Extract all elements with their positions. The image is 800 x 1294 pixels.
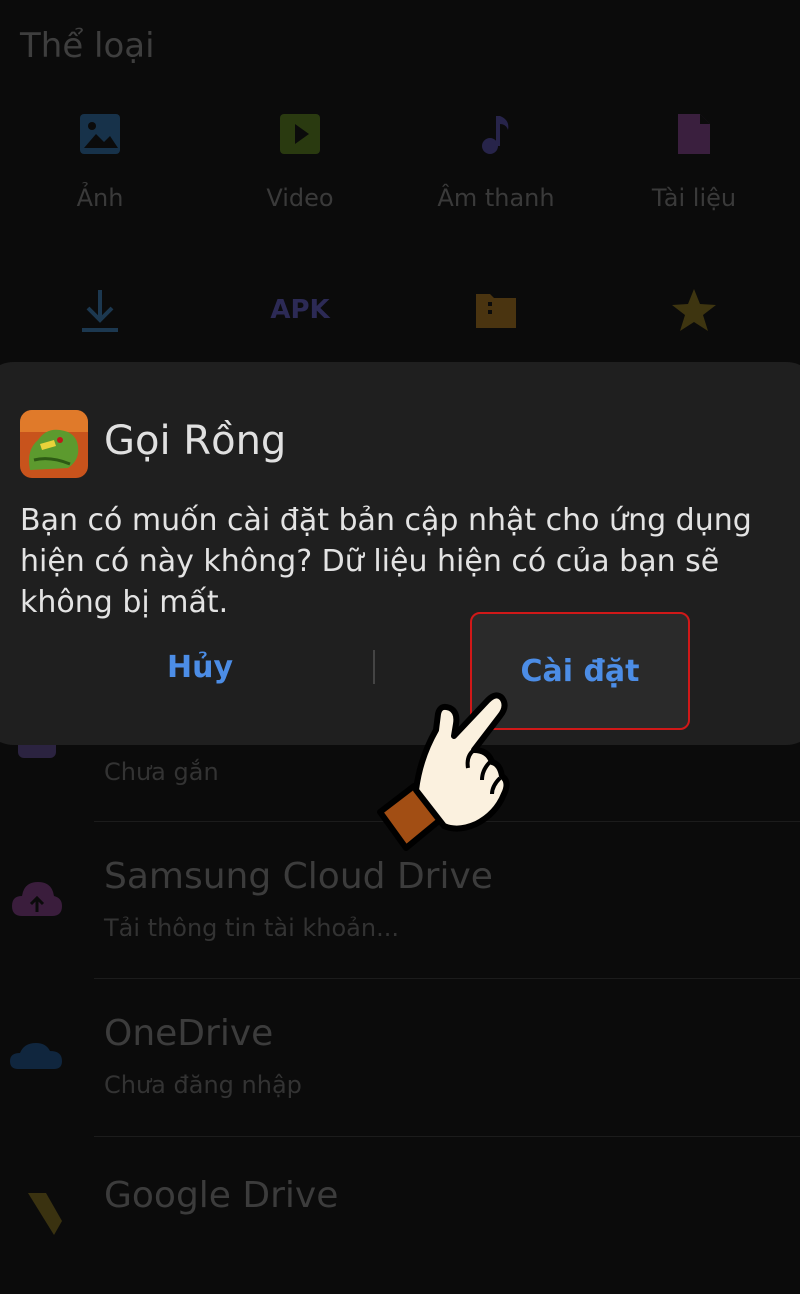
cloud-upload-icon xyxy=(12,882,62,916)
pointing-hand-icon xyxy=(377,692,510,851)
dialog-message: Bạn có muốn cài đặt bản cập nhật cho ứng… xyxy=(20,503,752,620)
cancel-button[interactable]: Hủy xyxy=(40,612,360,722)
button-separator xyxy=(373,650,375,684)
category-favorites[interactable] xyxy=(594,286,794,334)
category-label: Âm thanh xyxy=(437,184,555,212)
apk-icon: APK xyxy=(270,295,330,325)
category-video[interactable]: Video xyxy=(200,110,400,212)
category-documents[interactable]: Tài liệu xyxy=(594,110,794,212)
install-dialog: Gọi Rồng Bạn có muốn cài đặt bản cập nhậ… xyxy=(0,362,800,745)
category-label: Tài liệu xyxy=(651,184,737,212)
folder-icon xyxy=(476,294,516,328)
list-item-subtitle: Tải thông tin tài khoản... xyxy=(104,914,399,942)
category-audio[interactable]: Âm thanh xyxy=(396,110,596,212)
category-label: Video xyxy=(266,184,334,212)
google-drive-icon xyxy=(28,1193,62,1235)
app-icon xyxy=(20,410,88,478)
dragon-icon xyxy=(20,410,88,478)
download-icon xyxy=(82,290,118,332)
list-item[interactable]: Google Drive xyxy=(0,1137,800,1294)
list-item-subtitle: Chưa đăng nhập xyxy=(104,1071,302,1099)
onedrive-icon xyxy=(10,1043,62,1069)
music-icon xyxy=(482,116,509,154)
video-icon xyxy=(280,114,320,154)
star-icon xyxy=(672,289,716,331)
list-item-subtitle: Chưa gắn xyxy=(104,758,219,786)
category-apk[interactable]: APK xyxy=(200,286,400,334)
category-downloads[interactable] xyxy=(0,286,200,334)
list-item-title: Google Drive xyxy=(104,1175,339,1216)
category-label: Ảnh xyxy=(76,184,124,212)
category-images[interactable]: Ảnh xyxy=(0,110,200,212)
document-icon xyxy=(678,114,710,154)
section-title: Thể loại xyxy=(20,26,155,66)
app-name: Gọi Rồng xyxy=(104,418,287,464)
image-icon xyxy=(80,114,120,154)
list-item-title: OneDrive xyxy=(104,1013,274,1054)
category-folders[interactable] xyxy=(396,286,596,334)
list-item[interactable]: OneDrive Chưa đăng nhập xyxy=(0,979,800,1136)
